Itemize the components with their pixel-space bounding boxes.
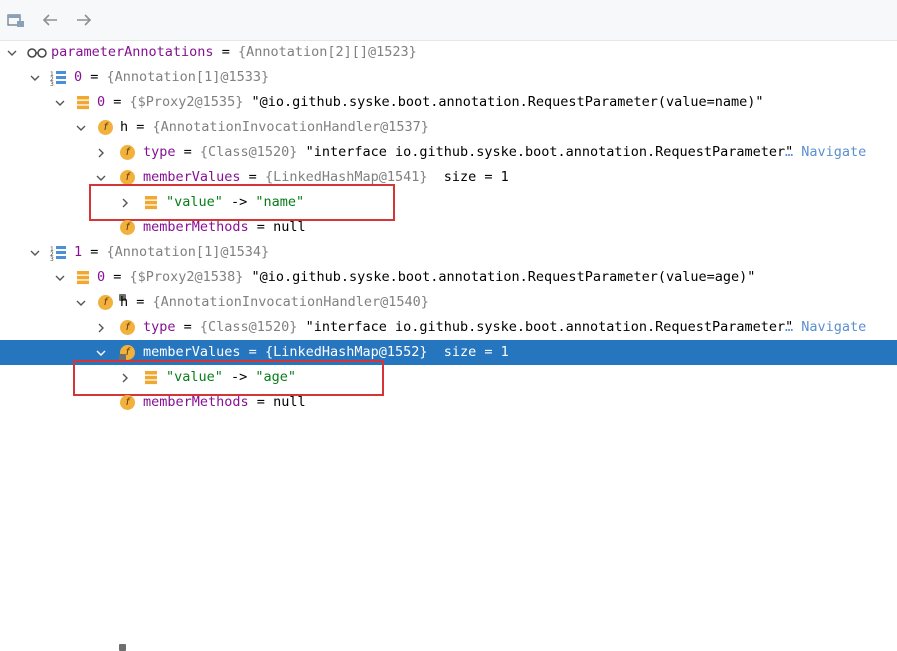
chevron-down-icon[interactable] (52, 90, 68, 115)
array-icon: 123 (50, 244, 67, 263)
tree-row-membermethods-1[interactable]: f memberMethods = null (0, 390, 897, 415)
chevron-down-icon[interactable] (4, 40, 20, 65)
field-icon: f (98, 295, 113, 310)
lock-icon (119, 644, 126, 651)
variable-type: {Annotation[2][]@1523} (237, 44, 417, 60)
chevron-down-icon[interactable] (73, 290, 89, 315)
svg-text:3: 3 (50, 81, 54, 86)
final-field-icon: f (120, 320, 135, 335)
final-field-icon: f (120, 170, 135, 185)
field-icon: f (98, 120, 113, 135)
tree-row-type-0[interactable]: f type = {Class@1520} "interface io.gith… (0, 140, 897, 301)
field-icon: f (120, 220, 135, 235)
chevron-down-icon[interactable] (27, 65, 43, 90)
chevron-right-icon[interactable] (93, 140, 109, 165)
tree-row-handler-0[interactable]: f h = {AnnotationInvocationHandler@1537} (0, 115, 897, 140)
back-arrow-icon[interactable] (38, 8, 62, 32)
chevron-down-icon[interactable] (27, 240, 43, 265)
tree-row-type-1[interactable]: f type = {Class@1520} "interface io.gith… (0, 315, 897, 651)
chevron-right-icon[interactable] (93, 315, 109, 340)
tree-row-param-1[interactable]: 123 1 = {Annotation[1]@1534} (0, 240, 897, 265)
chevron-down-icon[interactable] (73, 115, 89, 140)
object-icon (75, 269, 92, 286)
tree-row-proxy-0[interactable]: 0 = {$Proxy2@1535} "@io.github.syske.boo… (0, 90, 897, 115)
object-icon (75, 94, 92, 111)
chevron-down-icon[interactable] (52, 265, 68, 290)
array-icon: 123 (50, 69, 67, 88)
tree-row-proxy-1[interactable]: 0 = {$Proxy2@1538} "@io.github.syske.boo… (0, 265, 897, 290)
variable-name: parameterAnnotations (51, 44, 214, 60)
navigate-link[interactable]: … Navigate (785, 315, 866, 340)
navigate-link[interactable]: … Navigate (785, 140, 866, 165)
tree-row-membermethods-0[interactable]: f memberMethods = null (0, 215, 897, 240)
svg-text:3: 3 (50, 256, 54, 261)
tree-row-handler-1[interactable]: f h = {AnnotationInvocationHandler@1540} (0, 290, 897, 315)
field-icon: f (120, 395, 135, 410)
debugger-toolbar (0, 0, 897, 41)
watch-glasses-icon (26, 44, 48, 61)
forward-arrow-icon[interactable] (72, 8, 96, 32)
tree-row-root[interactable]: parameterAnnotations = {Annotation[2][]@… (0, 40, 897, 65)
tree-row-param-0[interactable]: 123 0 = {Annotation[1]@1533} (0, 65, 897, 90)
final-field-icon: f (120, 145, 135, 160)
frame-view-icon[interactable] (4, 8, 28, 32)
